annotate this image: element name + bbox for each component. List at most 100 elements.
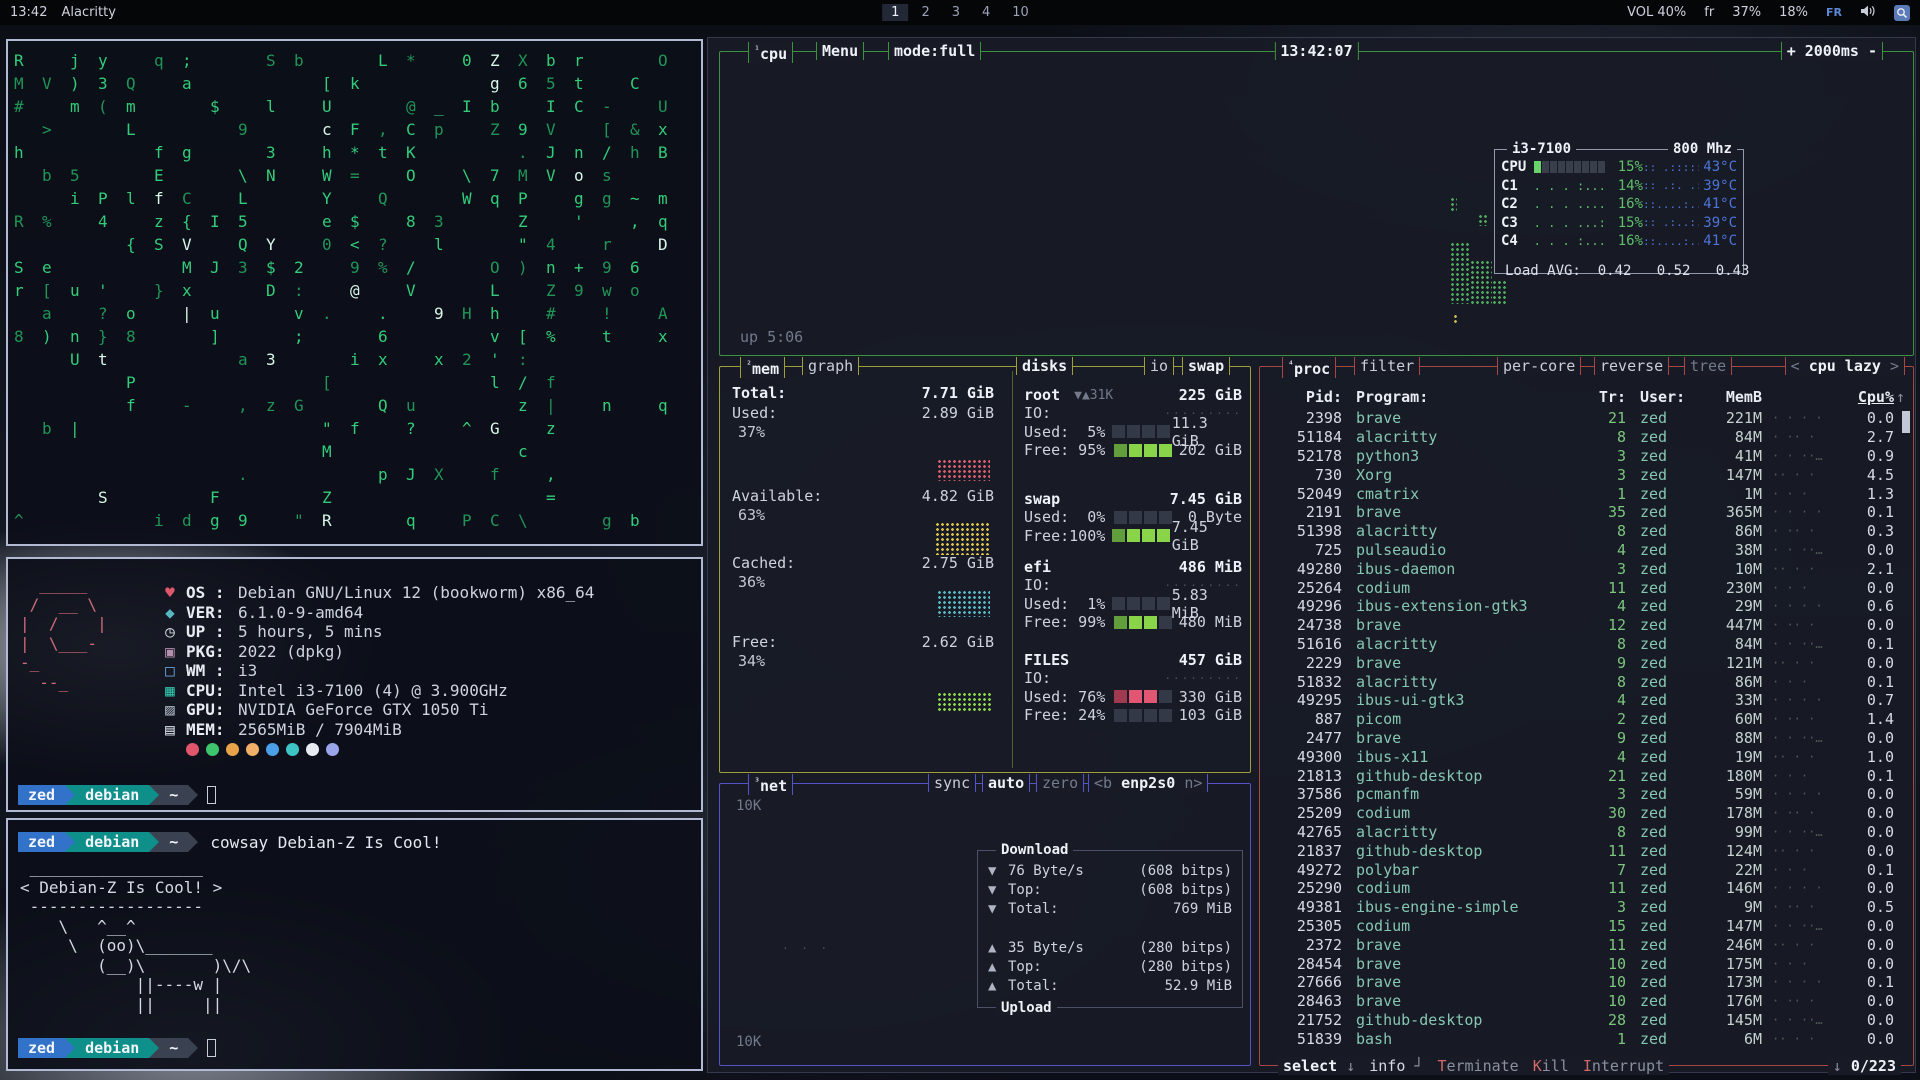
proc-mem: 59M — [1704, 785, 1762, 803]
terminal-cursor[interactable] — [207, 786, 216, 804]
proc-row[interactable]: 52178 python3 3 zed 41M · · ··… 0.9 — [1266, 447, 1907, 466]
terminate-button[interactable]: Terminate — [1437, 1057, 1518, 1075]
proc-cpu: 0.0 — [1848, 1011, 1894, 1029]
proc-percore-toggle[interactable]: per-core — [1497, 357, 1581, 375]
select-hint[interactable]: select ↓ — [1283, 1057, 1355, 1075]
core-temperature: 39°C — [1699, 215, 1737, 231]
proc-row[interactable]: 49296 ibus-extension-gtk3 4 zed 29M · · … — [1266, 597, 1907, 616]
tab-cpu[interactable]: ¹cpu — [748, 42, 793, 63]
col-program[interactable]: Program: — [1342, 388, 1582, 406]
proc-row[interactable]: 49300 ibus-x11 4 zed 19M ·· · · 1.0 — [1266, 747, 1907, 766]
proc-row[interactable]: 51839 bash 1 zed 6M ·· · · 0.0 — [1266, 1029, 1907, 1048]
proc-filter-button[interactable]: filter — [1354, 357, 1420, 375]
proc-row[interactable]: 49381 ibus-engine-simple 3 zed 9M · ·· ·… — [1266, 898, 1907, 917]
proc-row[interactable]: 25290 codium 11 zed 146M · · · · 0.0 — [1266, 879, 1907, 898]
proc-row[interactable]: 21813 github-desktop 21 zed 180M · · · 0… — [1266, 766, 1907, 785]
cowsay-terminal-window[interactable]: zed debian ~ cowsay Debian-Z Is Cool! __… — [6, 818, 703, 1071]
proc-scrollbar-thumb[interactable] — [1902, 411, 1910, 433]
cmatrix-terminal-window[interactable]: R jy q; Sb L* 0ZXbr OMV)3Q a [k g65t C #… — [6, 39, 703, 546]
proc-row[interactable]: 49295 ibus-ui-gtk3 4 zed 33M · · · · 0.7 — [1266, 691, 1907, 710]
net-auto-toggle[interactable]: auto — [982, 774, 1030, 792]
col-user[interactable]: User: — [1626, 388, 1704, 406]
proc-pid: 25264 — [1266, 579, 1342, 597]
proc-row[interactable]: 42765 alacritty 8 zed 99M · · ··… 0.0 — [1266, 823, 1907, 842]
proc-row[interactable]: 49280 ibus-daemon 3 zed 10M ·· · · 2.1 — [1266, 559, 1907, 578]
proc-row[interactable]: 24738 brave 12 zed 447M · ·· · 0.0 — [1266, 616, 1907, 635]
keyboard-layout[interactable]: FR — [1826, 6, 1842, 19]
col-threads[interactable]: Tr: — [1582, 388, 1626, 406]
proc-row[interactable]: 28454 brave 10 zed 175M · · · 0.0 — [1266, 954, 1907, 973]
proc-row[interactable]: 730 Xorg 3 zed 147M ·· · · 4.5 — [1266, 465, 1907, 484]
col-cpu[interactable]: Cpu% — [1848, 388, 1894, 406]
proc-row[interactable]: 25209 codium 30 zed 178M · ·· · 0.0 — [1266, 804, 1907, 823]
workspace-button[interactable]: 3 — [943, 4, 969, 21]
volume-indicator[interactable]: VOL 40% — [1627, 5, 1686, 20]
col-mem[interactable]: MemB — [1704, 388, 1762, 406]
proc-row[interactable]: 2398 brave 21 zed 221M · · · · 0.0 — [1266, 409, 1907, 428]
proc-cpu: 0.1 — [1848, 973, 1894, 991]
proc-threads: 4 — [1582, 691, 1626, 709]
net-interface-switcher[interactable]: <b enp2s0 n> — [1088, 774, 1208, 792]
proc-row[interactable]: 28463 brave 10 zed 176M · ·· · 0.0 — [1266, 992, 1907, 1011]
proc-row[interactable]: 2191 brave 35 zed 365M · · · · 0.1 — [1266, 503, 1907, 522]
proc-cpu-sparkline: · · · — [1762, 957, 1848, 971]
refresh-interval-control[interactable]: + 2000ms - — [1781, 42, 1883, 60]
speaker-icon[interactable] — [1860, 4, 1876, 22]
proc-row[interactable]: 51616 alacritty 8 zed 84M · · ··… 0.1 — [1266, 635, 1907, 654]
proc-row[interactable]: 37586 pcmanfm 3 zed 59M · · · · 0.0 — [1266, 785, 1907, 804]
tab-mem[interactable]: ²mem — [740, 357, 785, 378]
down-arrow-icon: ▼ — [988, 863, 1008, 879]
proc-program: python3 — [1342, 447, 1582, 465]
proc-row[interactable]: 2229 brave 9 zed 121M ·· · · 0.0 — [1266, 653, 1907, 672]
proc-mem: 86M — [1704, 673, 1762, 691]
workspace-button[interactable]: 4 — [973, 4, 999, 21]
proc-row[interactable]: 27666 brave 10 zed 173M · · · · 0.1 — [1266, 973, 1907, 992]
fetch-icon: ♥ — [158, 583, 182, 602]
proc-row[interactable]: 49272 polybar 7 zed 22M · · · 0.1 — [1266, 860, 1907, 879]
tab-graph[interactable]: graph — [802, 357, 859, 375]
proc-mem: 124M — [1704, 842, 1762, 860]
tab-swap[interactable]: swap — [1182, 357, 1230, 375]
proc-row[interactable]: 2372 brave 11 zed 246M ·· · · 0.0 — [1266, 935, 1907, 954]
workspace-button[interactable]: 1 — [882, 4, 908, 21]
tab-net[interactable]: ³net — [748, 774, 793, 795]
fetch-icon: ◆ — [158, 603, 182, 622]
proc-user: zed — [1626, 579, 1704, 597]
proc-row[interactable]: 51184 alacritty 8 zed 84M · ·· · 2.7 — [1266, 428, 1907, 447]
terminal-cursor[interactable] — [207, 1039, 216, 1057]
menu-button[interactable]: Menu — [816, 42, 864, 60]
workspace-button[interactable]: 10 — [1003, 4, 1038, 21]
disk-efi: efi486 MiBIO:·········Used: 1%5.83 MiBFr… — [1024, 558, 1242, 631]
proc-row[interactable]: 725 pulseaudio 4 zed 38M · · ··… 0.0 — [1266, 541, 1907, 560]
bpytop-terminal-window[interactable]: ¹cpu Menu mode:full 13:42:07 + 2000ms - … — [707, 37, 1916, 1073]
fetch-terminal-window[interactable]: _____ / __ \ | / | | \___- -_ --_ ♥ OS :… — [6, 557, 703, 812]
net-sync-toggle[interactable]: sync — [928, 774, 976, 792]
proc-row[interactable]: 25264 codium 11 zed 230M · · · 0.0 — [1266, 578, 1907, 597]
proc-threads: 3 — [1582, 447, 1626, 465]
kill-button[interactable]: Kill — [1533, 1057, 1569, 1075]
info-hint[interactable]: info ┘ — [1369, 1057, 1423, 1075]
proc-cpu-sparkline: · · ··… — [1762, 919, 1848, 933]
proc-row[interactable]: 21837 github-desktop 11 zed 124M ·· · · … — [1266, 841, 1907, 860]
proc-row[interactable]: 52049 cmatrix 1 zed 1M · · · 1.3 — [1266, 484, 1907, 503]
mode-toggle[interactable]: mode:full — [888, 42, 981, 60]
tab-io[interactable]: io — [1144, 357, 1174, 375]
proc-mem: 41M — [1704, 447, 1762, 465]
proc-row[interactable]: 25305 codium 15 zed 147M · · ··… 0.0 — [1266, 917, 1907, 936]
proc-row[interactable]: 21752 github-desktop 28 zed 145M · · ··…… — [1266, 1011, 1907, 1030]
proc-row[interactable]: 2477 brave 9 zed 88M · · ··… 0.0 — [1266, 729, 1907, 748]
proc-row[interactable]: 51832 alacritty 8 zed 86M · · · 0.1 — [1266, 672, 1907, 691]
tab-disks[interactable]: disks — [1016, 357, 1073, 375]
proc-tree-toggle[interactable]: tree — [1684, 357, 1732, 375]
col-pid[interactable]: Pid: — [1266, 388, 1342, 406]
proc-user: zed — [1626, 992, 1704, 1010]
workspace-button[interactable]: 2 — [912, 4, 938, 21]
interrupt-button[interactable]: Interrupt — [1583, 1057, 1664, 1075]
proc-row[interactable]: 887 picom 2 zed 60M · ·· · 1.4 — [1266, 710, 1907, 729]
tray-app-icon[interactable] — [1894, 5, 1910, 21]
proc-row[interactable]: 51398 alacritty 8 zed 86M · ·· · 0.3 — [1266, 522, 1907, 541]
net-zero-toggle[interactable]: zero — [1036, 774, 1084, 792]
proc-sort-selector[interactable]: < cpu lazy > — [1785, 357, 1905, 375]
proc-reverse-toggle[interactable]: reverse — [1594, 357, 1669, 375]
tab-proc[interactable]: ⁴proc — [1282, 357, 1336, 378]
